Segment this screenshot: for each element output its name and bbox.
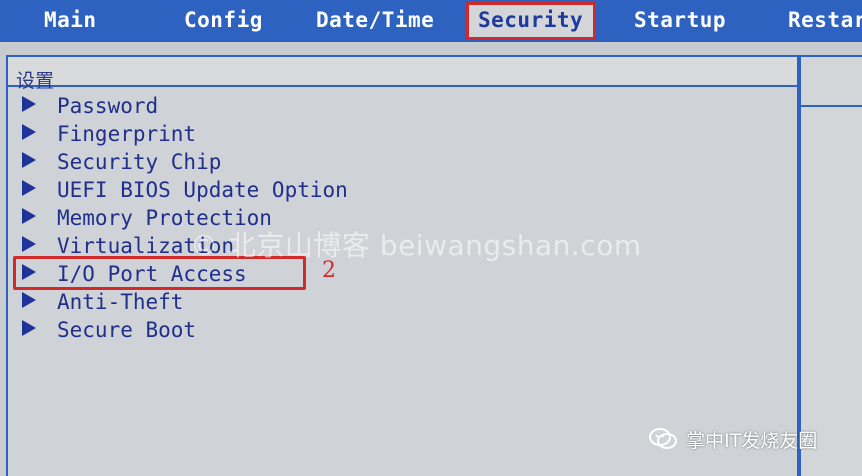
menu-item-uefi-bios-update-option[interactable]: UEFI BIOS Update Option <box>22 176 348 202</box>
panel-header <box>8 57 797 87</box>
menu-item-label: Fingerprint <box>57 122 197 146</box>
tab-main[interactable]: Main <box>44 6 97 34</box>
watermark-text: © 北京山博客 beiwangshan.com <box>190 229 642 262</box>
menu-item-label: Password <box>57 94 159 118</box>
menu-item-secure-boot[interactable]: Secure Boot <box>22 316 196 342</box>
menu-item-fingerprint[interactable]: Fingerprint <box>22 120 196 146</box>
side-panel-header <box>801 57 862 107</box>
top-tab-bar: Main Config Date/Time Security Startup R… <box>0 0 862 42</box>
arrow-right-icon <box>22 236 36 252</box>
arrow-right-icon <box>22 180 36 196</box>
tab-date-time[interactable]: Date/Time <box>316 6 434 34</box>
wechat-icon <box>649 428 677 449</box>
tab-highlight-box <box>466 2 596 40</box>
menu-item-anti-theft[interactable]: Anti-Theft <box>22 288 183 314</box>
menu-item-label: Security Chip <box>57 150 222 174</box>
tab-startup[interactable]: Startup <box>634 6 726 34</box>
arrow-right-icon <box>22 208 36 224</box>
footer-badge-text: 掌中IT发烧友圈 <box>686 429 818 452</box>
menu-item-label: Secure Boot <box>57 318 197 342</box>
arrow-right-icon <box>22 292 36 308</box>
arrow-right-icon <box>22 124 36 140</box>
menu-item-label: Anti-Theft <box>57 290 184 314</box>
footer-badge: 掌中IT发烧友圈 <box>648 424 817 454</box>
tab-restart[interactable]: Restar <box>788 6 862 34</box>
menu-item-password[interactable]: Password <box>22 92 158 118</box>
side-panel-text: 设置 <box>16 70 55 92</box>
tab-config[interactable]: Config <box>184 6 263 34</box>
arrow-right-icon <box>22 320 36 336</box>
menu-item-label: UEFI BIOS Update Option <box>57 178 348 202</box>
arrow-right-icon <box>22 152 36 168</box>
arrow-right-icon <box>22 96 36 112</box>
menu-item-security-chip[interactable]: Security Chip <box>22 148 221 174</box>
side-help-panel <box>799 55 862 476</box>
